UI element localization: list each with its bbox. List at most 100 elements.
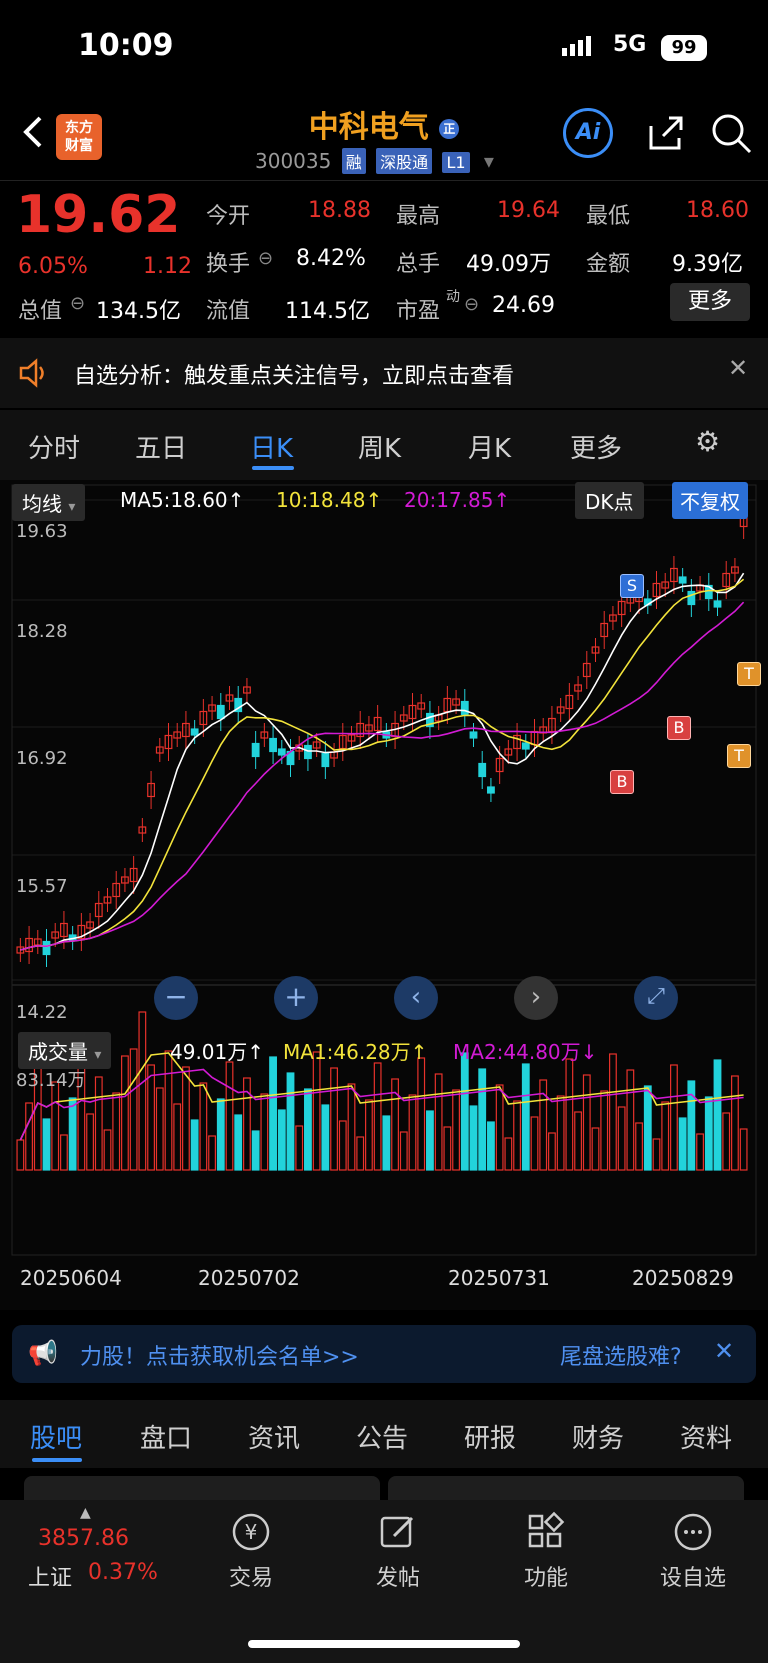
close-icon[interactable]: ✕ (728, 354, 748, 382)
volume-select[interactable]: 成交量 ▾ (18, 1032, 112, 1069)
volume-bar (513, 1100, 521, 1171)
volume-bar (347, 1083, 356, 1171)
volume-bar (521, 1063, 530, 1171)
volume-bar (312, 1051, 321, 1171)
battery-icon: 99 (661, 35, 707, 61)
volume-bar (321, 1104, 330, 1171)
candle (469, 731, 478, 739)
zoom-in-button[interactable]: + (274, 976, 318, 1020)
volume-bar (155, 1087, 164, 1171)
volume-bar (112, 1092, 121, 1171)
pe-label: 市盈 (396, 299, 441, 324)
info-icon[interactable]: ⊖ (464, 294, 479, 315)
volume-bar (713, 1059, 722, 1171)
speaker-icon (18, 358, 50, 392)
volume-bar (51, 1081, 60, 1171)
candle (251, 742, 260, 758)
amount-value: 9.39亿 (672, 252, 743, 277)
volume-bar (426, 1110, 434, 1171)
info-icon[interactable]: ⊖ (70, 293, 85, 314)
tab-finance[interactable]: 财务 (572, 1418, 624, 1455)
volume-bar (635, 1122, 643, 1171)
mktcap-value: 134.5亿 (96, 299, 181, 324)
search-icon[interactable] (710, 112, 754, 156)
tab-news[interactable]: 资讯 (248, 1418, 300, 1455)
tag-connect: 深股通 (376, 148, 433, 174)
trade-label[interactable]: 交易 (201, 1560, 301, 1592)
tab-announcement[interactable]: 公告 (356, 1418, 408, 1455)
kline-chart[interactable] (0, 480, 768, 1310)
gear-icon[interactable]: ⚙ (695, 425, 720, 458)
tab-pankou[interactable]: 盘口 (140, 1418, 192, 1455)
info-icon[interactable]: ⊖ (258, 248, 273, 269)
volume-bar (68, 1097, 77, 1171)
more-button[interactable]: 更多 (670, 283, 750, 321)
index-value[interactable]: 3857.86 (38, 1526, 129, 1551)
scroll-left-button[interactable]: ‹ (394, 976, 438, 1020)
tab-5day[interactable]: 五日 (135, 428, 187, 465)
network-label: 5G (613, 32, 647, 57)
y-label: 14.22 (16, 1002, 68, 1023)
post-icon[interactable] (370, 1508, 426, 1556)
volume-bar (373, 1062, 382, 1171)
function-label[interactable]: 功能 (496, 1560, 596, 1592)
tab-daily-k[interactable]: 日K (250, 428, 293, 465)
volume-bar (495, 1084, 504, 1171)
date-label: 20250702 (198, 1266, 300, 1290)
volume-label: 总手 (396, 252, 441, 277)
t-marker: T (737, 662, 761, 686)
tab-more[interactable]: 更多 (570, 428, 622, 465)
tab-indicator (32, 1458, 82, 1462)
date-label: 20250604 (20, 1266, 122, 1290)
volume-bar (617, 1106, 626, 1171)
alert-bar[interactable]: 自选分析：触发重点关注信号，立即点击查看 ✕ (0, 338, 768, 408)
candle (42, 940, 51, 956)
share-icon[interactable] (645, 112, 687, 154)
turnover-label: 换手 (206, 252, 251, 277)
volume-bar (129, 1048, 138, 1171)
watchlist-icon[interactable] (665, 1508, 721, 1556)
ma5-value: MA5:18.60↑ (120, 488, 245, 512)
status-bar: 10:09 5G 99 (0, 0, 768, 100)
low-label: 最低 (586, 204, 631, 229)
volume-bar (338, 1120, 347, 1171)
volume-bar (234, 1114, 243, 1171)
tab-research[interactable]: 研报 (464, 1418, 516, 1455)
open-label: 今开 (206, 204, 251, 229)
close-icon[interactable]: ✕ (714, 1337, 734, 1365)
tab-profile[interactable]: 资料 (680, 1418, 732, 1455)
volume-bar (548, 1132, 556, 1171)
signal-icon (562, 36, 594, 56)
open-value: 18.88 (308, 198, 371, 223)
promo-banner[interactable]: 📢 力股！点击获取机会名单>> 尾盘选股难? ✕ (12, 1325, 756, 1383)
zoom-out-button[interactable]: − (154, 976, 198, 1020)
date-label: 20250731 (448, 1266, 550, 1290)
volume-bar (330, 1067, 338, 1171)
chevron-down-icon: ▾ (483, 149, 494, 173)
tab-monthly-k[interactable]: 月K (468, 428, 511, 465)
candle (478, 762, 487, 778)
volume-bar (591, 1127, 600, 1171)
watchlist-label[interactable]: 设自选 (643, 1560, 743, 1592)
fq-button[interactable]: 不复权 (672, 482, 748, 519)
ai-button[interactable]: Ai (563, 108, 613, 158)
volume-bar (670, 1064, 678, 1171)
tab-intraday[interactable]: 分时 (28, 428, 80, 465)
tab-guba[interactable]: 股吧 (30, 1418, 82, 1455)
y-label: 19.63 (16, 521, 68, 542)
tab-indicator (252, 466, 294, 470)
post-label[interactable]: 发帖 (348, 1560, 448, 1592)
scroll-right-button[interactable]: › (514, 976, 558, 1020)
volume-bar (478, 1068, 487, 1171)
indicator-select[interactable]: 均线 ▾ (12, 484, 86, 521)
index-name: 上证 (28, 1566, 73, 1591)
fullscreen-button[interactable]: ⤢ (634, 976, 678, 1020)
function-icon[interactable] (518, 1508, 574, 1556)
dk-button[interactable]: DK点 (575, 482, 644, 519)
volume-bar (443, 1126, 452, 1171)
float-value: 114.5亿 (285, 299, 370, 324)
date-label: 20250829 (632, 1266, 734, 1290)
tab-weekly-k[interactable]: 周K (358, 428, 401, 465)
trade-icon[interactable]: ¥ (223, 1508, 279, 1556)
volume-bar (25, 1102, 33, 1171)
